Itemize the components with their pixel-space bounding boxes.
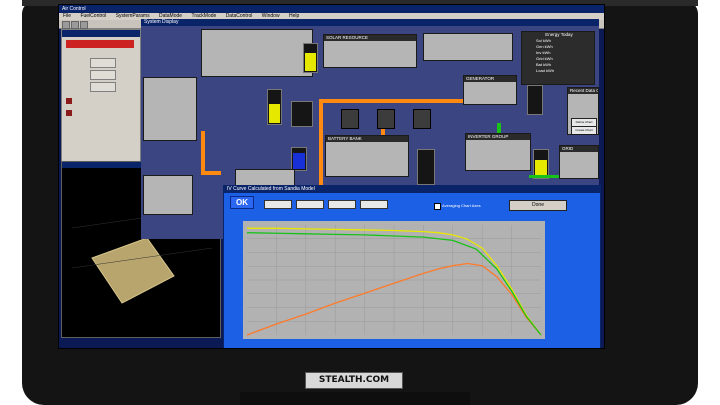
chart-param-field[interactable]: [296, 200, 324, 209]
pv-meter-fill: [269, 104, 280, 123]
app-title: Air Control: [62, 6, 86, 12]
grid-flow-line: [529, 175, 559, 178]
grid-box: GRID: [559, 145, 599, 179]
switch-button[interactable]: [377, 109, 395, 129]
source-box: [143, 175, 193, 215]
power-flow-pipe: [201, 131, 205, 171]
panel-button[interactable]: [90, 58, 116, 68]
generator-meter: [527, 85, 543, 115]
battery-bank-label: BATTERY BANK: [326, 136, 408, 142]
ok-button[interactable]: OK: [230, 196, 254, 209]
system-display-title: System Display: [141, 19, 599, 26]
monitor-stand: [240, 392, 470, 405]
status-led: [66, 110, 72, 116]
switch-button[interactable]: [341, 109, 359, 129]
ac-flow-line: [497, 123, 501, 133]
battery-meter-fill: [293, 152, 305, 169]
averaging-checkbox[interactable]: [434, 203, 441, 210]
solar-panel-model: [91, 237, 175, 304]
battery-level-meter: [417, 149, 435, 185]
pv-meter: [267, 89, 282, 125]
iv-curve-plot: [243, 221, 545, 339]
recent-data-title: Recent Data Charts: [568, 88, 598, 94]
ambient-temp-box: [423, 33, 513, 61]
recent-data-box: Recent Data Charts Define Chart Create C…: [567, 87, 599, 135]
battery-bank-box: BATTERY BANK: [325, 135, 409, 177]
done-button[interactable]: Done: [509, 200, 567, 211]
solar-resource-box: SOLAR RESOURCE: [323, 34, 417, 68]
chart-param-field[interactable]: [360, 200, 388, 209]
chart-param-field[interactable]: [264, 200, 292, 209]
energy-today-box: Energy Today Sol kWh Gen kWh Inv kWh Gri…: [521, 31, 595, 85]
solar-input-box: [201, 29, 313, 77]
pv-array-box: [143, 77, 197, 141]
control-panel: [61, 29, 141, 162]
switch-button[interactable]: [413, 109, 431, 129]
toolbar-button[interactable]: [71, 21, 79, 29]
power-flow-pipe: [319, 99, 479, 103]
inverter-box: INVERTER GROUP: [465, 133, 531, 171]
solar-resource-label: SOLAR RESOURCE: [324, 35, 416, 41]
panel-button[interactable]: [90, 82, 116, 92]
menu-fuelcontrol[interactable]: FuelControl: [80, 13, 106, 19]
status-led: [66, 98, 72, 104]
battery-meter: [291, 147, 307, 171]
alarm-indicator: [66, 40, 134, 48]
create-chart-button[interactable]: Create Chart: [571, 126, 597, 134]
chart-param-field[interactable]: [328, 200, 356, 209]
power-flow-pipe: [201, 171, 221, 175]
inverter-label: INVERTER GROUP: [466, 134, 530, 140]
iv-curve-title: IV Curve Calculated from Sandia Model: [224, 186, 600, 193]
app-title-bar: Air Control: [59, 5, 604, 13]
control-panel-title-bar: [62, 30, 140, 37]
toolbar-button[interactable]: [80, 21, 88, 29]
menu-file[interactable]: File: [63, 13, 71, 19]
panel-button[interactable]: [90, 70, 116, 80]
power-flow-pipe: [319, 99, 323, 199]
energy-row: Load kWh: [536, 68, 555, 73]
toolbar-button[interactable]: [62, 21, 70, 29]
array-meter: [291, 101, 313, 127]
monitor-screen: Air Control File FuelControl SystemParam…: [58, 4, 605, 349]
grid-label: GRID: [560, 146, 598, 152]
solar-meter: [303, 43, 318, 73]
generator-box: GENERATOR: [463, 75, 517, 105]
solar-meter-fill: [305, 52, 316, 71]
iv-curve-window: IV Curve Calculated from Sandia Model OK…: [223, 185, 601, 348]
generator-label: GENERATOR: [464, 76, 516, 82]
brand-logo: STEALTH.COM: [305, 372, 403, 389]
averaging-label: Averaging Chart Axes: [442, 203, 481, 208]
